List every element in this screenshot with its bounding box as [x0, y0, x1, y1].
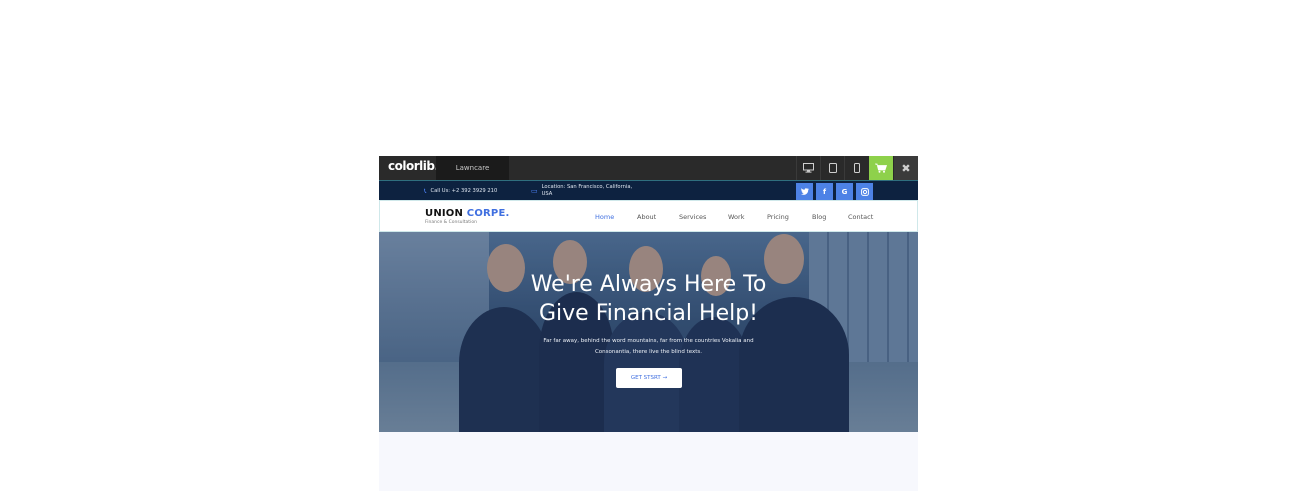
phone-text: Call Us: +2 392 3929 210: [430, 188, 498, 194]
main-navbar: UNION CORPE. Finance & Consultation Home…: [379, 200, 918, 232]
nav-contact[interactable]: Contact: [848, 201, 873, 233]
brand-logo[interactable]: UNION CORPE. Finance & Consultation: [425, 208, 509, 225]
preview-toolbar: colorlib. Lawncare ✖: [379, 156, 918, 180]
desktop-icon[interactable]: [796, 156, 820, 180]
location-text: Location: San Francisco, California, USA: [542, 184, 633, 198]
site-preview-frame: colorlib. Lawncare ✖ 📞︎ Call Us: +2 392 …: [379, 156, 918, 491]
location-line-1: Location: San Francisco, California,: [541, 184, 633, 190]
tablet-icon[interactable]: [820, 156, 844, 180]
get-started-button[interactable]: GET STSRT →: [616, 368, 682, 388]
nav-work[interactable]: Work: [728, 201, 744, 233]
twitter-icon[interactable]: [796, 183, 813, 200]
hero-section: We're Always Here To Give Financial Help…: [379, 232, 918, 432]
colorlib-logo[interactable]: colorlib.: [388, 159, 439, 173]
location-info: ▭ Location: San Francisco, California, U…: [531, 181, 632, 201]
hero-title-line-2: Give Financial Help!: [538, 301, 758, 326]
nav-services[interactable]: Services: [679, 201, 706, 233]
mobile-icon[interactable]: [844, 156, 868, 180]
location-line-2: USA: [541, 191, 553, 197]
hero-text-line-1: Far far away, behind the word mountains,…: [543, 338, 754, 344]
brand-tagline: Finance & Consultation: [425, 220, 477, 225]
hero-text-line-2: Consonantia, there live the blind texts.: [594, 349, 703, 355]
nav-about[interactable]: About: [637, 201, 656, 233]
hero-overlay: [379, 232, 918, 432]
nav-pricing[interactable]: Pricing: [767, 201, 789, 233]
theme-tab[interactable]: Lawncare: [436, 156, 509, 180]
brand-accent: CORPE.: [466, 208, 510, 219]
map-icon: ▭: [531, 187, 538, 195]
hero-title-line-1: We're Always Here To: [530, 272, 767, 297]
next-section: [379, 432, 918, 491]
close-icon[interactable]: ✖: [894, 156, 918, 180]
phone-info: 📞︎ Call Us: +2 392 3929 210: [424, 181, 497, 201]
nav-blog[interactable]: Blog: [812, 201, 826, 233]
topbar: 📞︎ Call Us: +2 392 3929 210 ▭ Location: …: [379, 180, 918, 200]
nav-home[interactable]: Home: [595, 201, 614, 233]
instagram-icon[interactable]: [856, 183, 873, 200]
google-icon[interactable]: G: [836, 183, 853, 200]
cart-icon[interactable]: [869, 156, 893, 180]
facebook-icon[interactable]: f: [816, 183, 833, 200]
phone-icon: 📞︎: [424, 186, 427, 195]
brand-main: UNION: [425, 208, 464, 219]
